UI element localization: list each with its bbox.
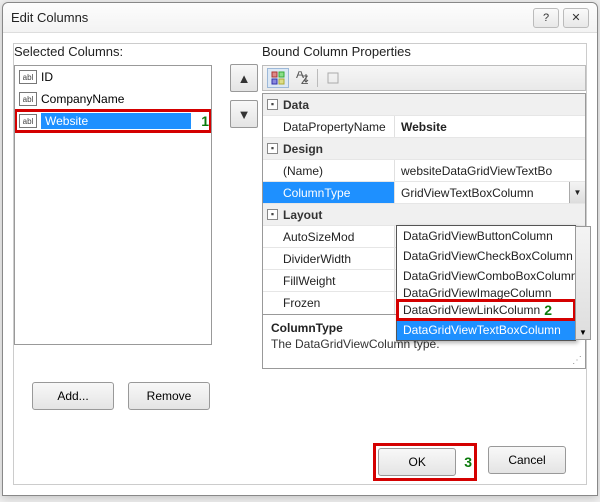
list-item[interactable]: abl CompanyName bbox=[15, 88, 211, 110]
close-button[interactable]: ✕ bbox=[563, 8, 589, 28]
list-item-website[interactable]: abl Website 1 bbox=[15, 110, 211, 132]
list-item-label: CompanyName bbox=[41, 92, 207, 106]
dialog-title: Edit Columns bbox=[11, 10, 529, 25]
textbox-icon: abl bbox=[19, 114, 37, 128]
dropdown-option[interactable]: DataGridViewComboBoxColumn bbox=[397, 266, 575, 286]
collapse-icon[interactable]: ▪ bbox=[267, 99, 278, 110]
titlebar: Edit Columns ? ✕ bbox=[3, 3, 597, 33]
alphabetical-icon[interactable]: AZ bbox=[291, 68, 313, 88]
columntype-dropdown[interactable]: DataGridViewButtonColumn DataGridViewChe… bbox=[396, 225, 576, 341]
selected-columns-label: Selected Columns: bbox=[14, 44, 224, 59]
list-item-label: ID bbox=[41, 70, 207, 84]
dialog-content: Selected Columns: abl ID abl CompanyName… bbox=[13, 43, 587, 485]
reorder-buttons: ▲ ▼ bbox=[230, 64, 258, 136]
resize-gripper[interactable]: ⋰ bbox=[572, 355, 583, 366]
arrow-down-icon: ▼ bbox=[238, 107, 251, 122]
arrow-up-icon: ▲ bbox=[238, 71, 251, 86]
textbox-icon: abl bbox=[19, 70, 37, 84]
prop-name[interactable]: (Name) websiteDataGridViewTextBo bbox=[263, 160, 585, 182]
cancel-button[interactable]: Cancel bbox=[488, 446, 566, 474]
bound-properties-label: Bound Column Properties bbox=[262, 44, 586, 59]
remove-button[interactable]: Remove bbox=[128, 382, 210, 410]
collapse-icon[interactable]: ▪ bbox=[267, 143, 278, 154]
add-button[interactable]: Add... bbox=[32, 382, 114, 410]
category-design[interactable]: ▪Design bbox=[263, 138, 585, 160]
dropdown-option-textbox[interactable]: DataGridViewTextBoxColumn bbox=[397, 320, 575, 340]
left-panel: Selected Columns: abl ID abl CompanyName… bbox=[14, 44, 224, 345]
separator bbox=[317, 69, 318, 87]
selected-columns-list[interactable]: abl ID abl CompanyName abl Website 1 bbox=[14, 65, 212, 345]
category-layout[interactable]: ▪Layout bbox=[263, 204, 585, 226]
dropdown-scrollbar[interactable]: ▼ bbox=[575, 226, 591, 340]
dropdown-option-link[interactable]: DataGridViewLinkColumn 2 bbox=[397, 300, 575, 320]
ok-annotation: OK 3 bbox=[376, 446, 474, 478]
prop-columntype[interactable]: ColumnType GridViewTextBoxColumn ▼ bbox=[263, 182, 585, 204]
propertygrid-toolbar: AZ bbox=[262, 65, 586, 91]
move-down-button[interactable]: ▼ bbox=[230, 100, 258, 128]
move-up-button[interactable]: ▲ bbox=[230, 64, 258, 92]
svg-text:Z: Z bbox=[301, 73, 308, 85]
categorized-icon[interactable] bbox=[267, 68, 289, 88]
dialog-footer: OK 3 Cancel bbox=[376, 446, 566, 478]
help-button[interactable]: ? bbox=[533, 8, 559, 28]
category-data[interactable]: ▪Data bbox=[263, 94, 585, 116]
dropdown-option[interactable]: DataGridViewCheckBoxColumn bbox=[397, 246, 575, 266]
annotation-number: 1 bbox=[201, 113, 209, 129]
annotation-number: 3 bbox=[464, 454, 472, 470]
chevron-down-icon: ▼ bbox=[579, 328, 587, 337]
add-remove-row: Add... Remove bbox=[32, 382, 210, 410]
propertypage-icon[interactable] bbox=[322, 68, 344, 88]
list-item-label: Website bbox=[41, 113, 191, 129]
prop-datapropertyname[interactable]: DataPropertyName Website bbox=[263, 116, 585, 138]
list-item[interactable]: abl ID bbox=[15, 66, 211, 88]
edit-columns-dialog: Edit Columns ? ✕ Selected Columns: abl I… bbox=[2, 2, 598, 496]
textbox-icon: abl bbox=[19, 92, 37, 106]
dropdown-option[interactable]: DataGridViewButtonColumn bbox=[397, 226, 575, 246]
chevron-down-icon: ▼ bbox=[574, 188, 582, 197]
dropdown-button[interactable]: ▼ bbox=[569, 182, 585, 203]
collapse-icon[interactable]: ▪ bbox=[267, 209, 278, 220]
annotation-number: 2 bbox=[544, 302, 552, 318]
dropdown-option[interactable]: DataGridViewImageColumn bbox=[397, 286, 575, 300]
ok-button[interactable]: OK bbox=[378, 448, 456, 476]
